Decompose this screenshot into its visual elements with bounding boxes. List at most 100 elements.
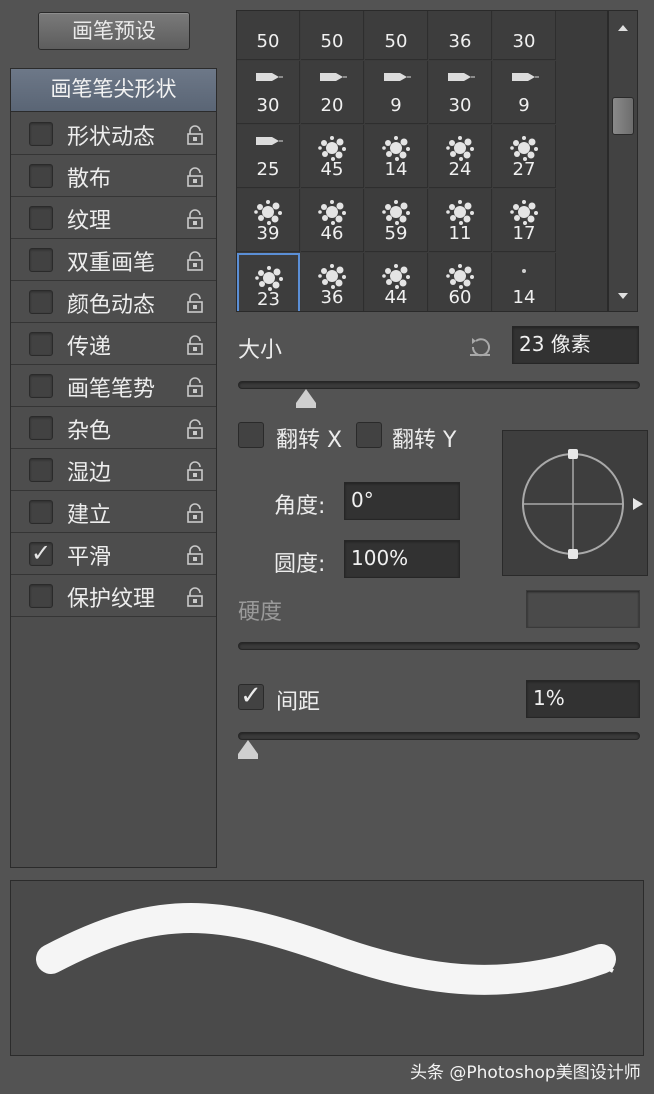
brush-tip-cell[interactable]: 27	[493, 125, 556, 188]
option-checkbox[interactable]	[29, 458, 53, 482]
size-label: 大小	[238, 338, 283, 363]
option-label: 双重画笔	[67, 251, 156, 276]
option-checkbox[interactable]	[29, 374, 53, 398]
option-label: 散布	[67, 167, 112, 192]
angle-label: 角度:	[274, 494, 326, 519]
hardness-slider-track	[238, 642, 640, 650]
lock-icon[interactable]	[187, 503, 203, 523]
brush-tip-cell[interactable]: 9	[493, 61, 556, 124]
brush-tip-cell[interactable]: 36	[429, 11, 492, 60]
brush-size-label: 23	[257, 289, 280, 310]
brush-tip-cell[interactable]: 30	[429, 61, 492, 124]
option-checkbox[interactable]	[29, 206, 53, 230]
scroll-up-icon[interactable]	[618, 25, 628, 31]
option-row[interactable]: 纹理	[11, 197, 216, 239]
option-row[interactable]: 杂色	[11, 407, 216, 449]
lock-icon[interactable]	[187, 167, 203, 187]
angle-input[interactable]: 0°	[344, 482, 460, 520]
option-row[interactable]: 形状动态	[11, 113, 216, 155]
brush-size-label: 9	[518, 95, 530, 116]
brush-grid-scrollbar[interactable]	[608, 10, 638, 312]
brush-tip-cell[interactable]: 30	[237, 61, 300, 124]
option-label: 平滑	[67, 545, 112, 570]
brush-tip-cell[interactable]: 50	[301, 11, 364, 60]
brush-tip-cell[interactable]: 9	[365, 61, 428, 124]
brush-tip-cell[interactable]: 17	[493, 189, 556, 252]
brush-tip-cell[interactable]: 20	[301, 61, 364, 124]
size-slider-thumb[interactable]	[296, 389, 317, 408]
lock-icon[interactable]	[187, 587, 203, 607]
spacing-input[interactable]: 1%	[526, 680, 640, 718]
brush-size-label: 27	[512, 159, 536, 180]
option-row[interactable]: 传递	[11, 323, 216, 365]
lock-icon[interactable]	[187, 293, 203, 313]
option-row[interactable]: 湿边	[11, 449, 216, 491]
brush-tip-cell[interactable]: 24	[429, 125, 492, 188]
lock-icon[interactable]	[187, 545, 203, 565]
option-row[interactable]: 建立	[11, 491, 216, 533]
option-checkbox[interactable]	[29, 500, 53, 524]
spacing-slider-track[interactable]	[238, 732, 640, 740]
brush-tip-cell[interactable]: 25	[237, 125, 300, 188]
brush-tip-cell[interactable]: 59	[365, 189, 428, 252]
brush-tip-cell[interactable]: 39	[237, 189, 300, 252]
brush-tip-cell[interactable]: 30	[493, 11, 556, 60]
brush-tip-cell[interactable]: 60	[429, 253, 492, 311]
option-row[interactable]: 双重画笔	[11, 239, 216, 281]
lock-icon[interactable]	[187, 209, 203, 229]
brush-tip-cell[interactable]: 36	[301, 253, 364, 311]
option-checkbox[interactable]: ✓	[29, 541, 53, 566]
brush-size-label: 36	[320, 287, 344, 308]
option-row[interactable]: 散布	[11, 155, 216, 197]
option-row[interactable]: 画笔笔势	[11, 365, 216, 407]
lock-icon[interactable]	[187, 419, 203, 439]
spacing-checkbox[interactable]: ✓	[238, 683, 264, 710]
option-row[interactable]: 保护纹理	[11, 575, 216, 617]
brush-tip-cell[interactable]: 44	[365, 253, 428, 311]
brush-size-label: 44	[384, 287, 408, 308]
brush-size-label: 25	[256, 159, 280, 180]
brush-tip-cell[interactable]: 46	[301, 189, 364, 252]
brush-tip-cell[interactable]: 45	[301, 125, 364, 188]
lock-icon[interactable]	[187, 251, 203, 271]
roundness-input[interactable]: 100%	[344, 540, 460, 578]
flip-x-label: 翻转 X	[276, 428, 343, 453]
lock-icon[interactable]	[187, 125, 203, 145]
option-checkbox[interactable]	[29, 164, 53, 188]
reset-icon[interactable]	[466, 333, 494, 361]
brush-size-label: 60	[448, 287, 472, 308]
scroll-down-icon[interactable]	[618, 293, 628, 299]
watermark-text: 头条 @Photoshop美图设计师	[410, 1063, 641, 1083]
brush-size-label: 30	[448, 95, 472, 116]
flip-y-label: 翻转 Y	[392, 428, 457, 453]
hardness-label: 硬度	[238, 600, 283, 625]
brush-tip-cell[interactable]: 14	[493, 253, 556, 311]
spacing-slider-thumb[interactable]	[238, 740, 258, 759]
brush-tip-cell[interactable]: 11	[429, 189, 492, 252]
scroll-thumb[interactable]	[612, 97, 634, 135]
option-checkbox[interactable]	[29, 584, 53, 608]
flip-y-checkbox[interactable]	[356, 422, 382, 448]
size-slider-track[interactable]	[238, 381, 640, 389]
option-row[interactable]: ✓ 平滑	[11, 533, 216, 575]
flip-x-checkbox[interactable]	[238, 422, 264, 448]
option-checkbox[interactable]	[29, 290, 53, 314]
brush-presets-button[interactable]: 画笔预设	[38, 12, 190, 50]
brush-tip-cell[interactable]: 50	[237, 11, 300, 60]
lock-icon[interactable]	[187, 461, 203, 481]
option-checkbox[interactable]	[29, 122, 53, 146]
brush-size-label: 9	[390, 95, 402, 116]
brush-tip-cell[interactable]: 14	[365, 125, 428, 188]
brush-tip-shape-item[interactable]: 画笔笔尖形状	[11, 69, 216, 112]
angle-compass-icon[interactable]	[502, 430, 648, 576]
brush-tip-cell[interactable]: 50	[365, 11, 428, 60]
brush-size-label: 20	[320, 95, 344, 116]
lock-icon[interactable]	[187, 377, 203, 397]
lock-icon[interactable]	[187, 335, 203, 355]
brush-tip-cell[interactable]: 23	[237, 253, 300, 311]
option-checkbox[interactable]	[29, 332, 53, 356]
option-row[interactable]: 颜色动态	[11, 281, 216, 323]
size-input[interactable]: 23 像素	[512, 326, 639, 364]
option-checkbox[interactable]	[29, 416, 53, 440]
option-checkbox[interactable]	[29, 248, 53, 272]
